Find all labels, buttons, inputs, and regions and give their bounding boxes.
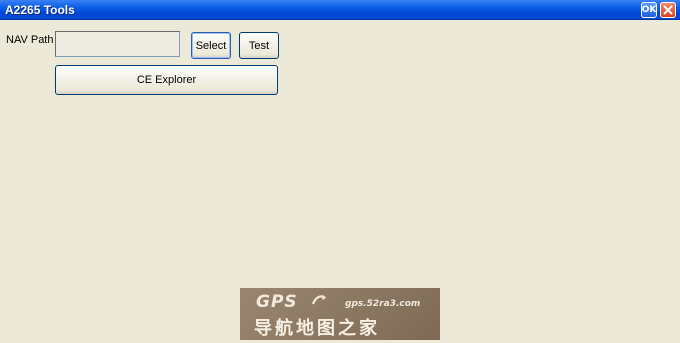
nav-path-input[interactable] <box>55 31 180 57</box>
watermark-brand: GPS <box>256 292 298 312</box>
watermark-logo: GPS gps.52ra3.com 导航地图之家 <box>240 288 440 340</box>
watermark-url: gps.52ra3.com <box>345 299 421 309</box>
close-button[interactable] <box>660 2 676 18</box>
ce-explorer-button[interactable]: CE Explorer <box>55 65 278 95</box>
select-button[interactable]: Select <box>191 32 231 59</box>
ok-button[interactable]: OK <box>641 2 657 18</box>
window-title: A2265 Tools <box>5 3 75 17</box>
swoosh-icon <box>311 295 326 305</box>
close-icon <box>663 5 673 15</box>
test-button[interactable]: Test <box>239 32 279 59</box>
watermark-chinese: 导航地图之家 <box>254 318 380 339</box>
title-bar: A2265 Tools OK <box>0 0 680 20</box>
nav-path-label: NAV Path <box>6 34 54 46</box>
